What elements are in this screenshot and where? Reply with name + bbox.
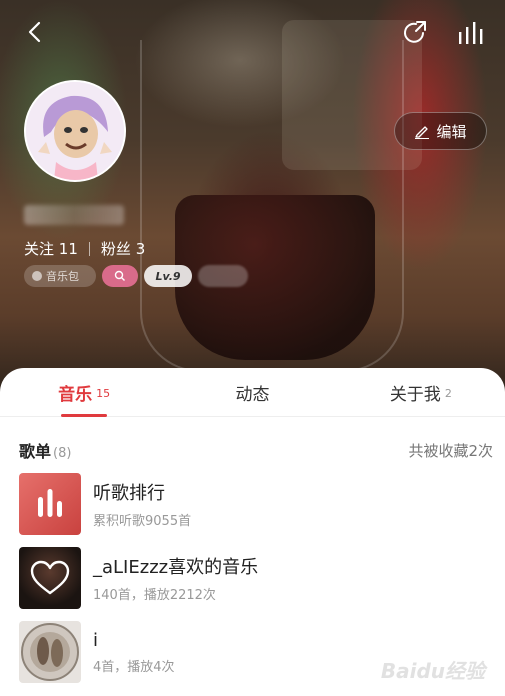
stats-button[interactable] [454, 15, 488, 49]
fans-label: 粉丝 [100, 240, 131, 258]
level-badge[interactable]: Lv.9 [144, 265, 192, 287]
tab-bar: 音乐 15 动态 关于我 2 [0, 368, 505, 417]
stats-icon [459, 22, 483, 44]
follow-label: 关注 [24, 240, 55, 258]
back-button[interactable] [18, 15, 52, 49]
follow-link[interactable]: 关注 11 [24, 238, 78, 259]
tab-music[interactable]: 音乐 15 [0, 368, 168, 417]
avatar-image [26, 82, 124, 180]
playlists-header: 歌单 (8) 共被收藏2次 [19, 438, 493, 462]
playlist-title: _aLIEzzz喜欢的音乐 [93, 557, 259, 578]
playlist-item[interactable]: 听歌排行 累积听歌9055首 [19, 473, 489, 535]
playlist-text: i 4首，播放4次 [93, 630, 175, 675]
playlist-item[interactable]: _aLIEzzz喜欢的音乐 140首，播放2212次 [19, 547, 489, 609]
tab-music-count: 15 [96, 387, 111, 400]
playlist-text: _aLIEzzz喜欢的音乐 140首，播放2212次 [93, 553, 258, 603]
back-icon [28, 21, 41, 43]
playlist-subtitle: 4首，播放4次 [93, 659, 175, 675]
playlists-title-text: 歌单 [19, 442, 52, 461]
level-label: Lv.9 [155, 269, 181, 283]
tab-activity-label: 动态 [235, 384, 270, 405]
search-icon [114, 270, 125, 281]
watermark: Baidu经验 [380, 659, 485, 683]
content-sheet: 音乐 15 动态 关于我 2 歌单 (8) 共被收藏2次 听歌排行 累积听歌9055首 [0, 368, 505, 696]
playlists-count: (8) [53, 446, 72, 461]
tab-about-label: 关于我 [389, 384, 441, 405]
favorited-count: 共被收藏2次 [408, 441, 493, 460]
tab-music-label: 音乐 [58, 384, 93, 405]
playlist-subtitle: 累积听歌9055首 [93, 514, 192, 529]
playlist-cover [19, 621, 81, 683]
avatar[interactable] [24, 80, 126, 182]
playlist-text: 听歌排行 累积听歌9055首 [93, 479, 191, 529]
ranking-cover [19, 473, 81, 535]
liked-cover [19, 547, 81, 609]
playlist-title: 听歌排行 [93, 483, 165, 504]
music-pack-label: 音乐包 [46, 270, 79, 283]
share-icon [404, 21, 426, 43]
tab-activity[interactable]: 动态 [168, 368, 336, 416]
edit-profile-button[interactable]: 编辑 [394, 112, 487, 150]
follow-stats: 关注 11 粉丝 3 [24, 238, 145, 259]
profile-header-background [0, 0, 505, 395]
album-cover-image [21, 623, 79, 681]
redacted-badge [198, 265, 248, 287]
heart-icon [30, 560, 70, 595]
fans-link[interactable]: 粉丝 3 [101, 238, 145, 259]
tab-about-count: 2 [444, 387, 452, 400]
music-pack-icon [32, 271, 42, 281]
music-pack-badge[interactable]: 音乐包 [24, 265, 96, 287]
search-badge[interactable] [102, 265, 138, 287]
playlists-title: 歌单 (8) [19, 438, 71, 462]
pencil-icon [415, 126, 430, 139]
username-redacted [24, 205, 124, 225]
share-button[interactable] [398, 15, 432, 49]
playlist-title: i [93, 629, 99, 651]
bars-icon [38, 489, 62, 517]
fans-count: 3 [135, 240, 146, 258]
follow-count: 11 [58, 240, 78, 258]
playlist-subtitle: 140首，播放2212次 [93, 588, 216, 603]
badges-row: 音乐包 Lv.9 [24, 265, 248, 287]
edit-label: 编辑 [436, 122, 467, 141]
tab-about[interactable]: 关于我 2 [337, 368, 505, 416]
divider [88, 241, 90, 256]
